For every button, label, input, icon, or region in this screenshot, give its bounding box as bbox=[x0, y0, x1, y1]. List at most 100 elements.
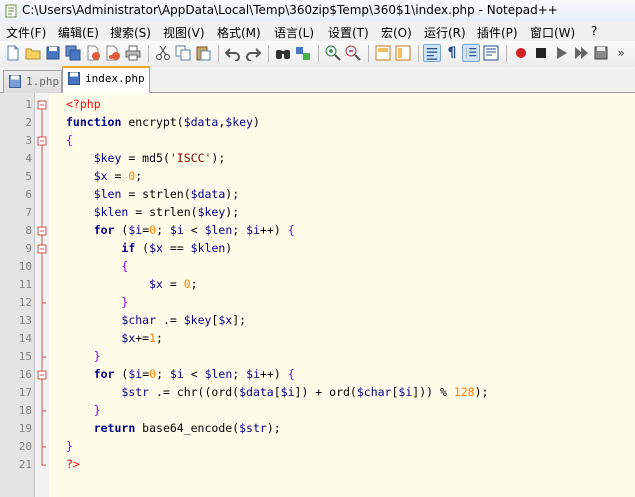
code-line[interactable]: 19 return base64_encode($str); bbox=[0, 420, 635, 438]
code-text: if ($x == $klen) bbox=[121, 241, 233, 255]
toolbar-separator bbox=[218, 45, 219, 62]
code-line[interactable]: 21 ?> bbox=[0, 456, 635, 474]
fold-line-marker bbox=[41, 348, 46, 366]
code-line[interactable]: 3{ bbox=[0, 132, 635, 150]
replace-button[interactable] bbox=[294, 44, 312, 62]
menu-edit[interactable]: 编辑(E) bbox=[58, 24, 99, 41]
close-button[interactable] bbox=[84, 44, 102, 62]
code-line[interactable]: 7 $klen = strlen($key); bbox=[0, 204, 635, 222]
cut-button[interactable] bbox=[154, 44, 172, 62]
sync-horizontal-button[interactable] bbox=[394, 44, 412, 62]
menu-macro[interactable]: 宏(O) bbox=[381, 24, 412, 41]
line-number: 8 bbox=[25, 224, 32, 237]
code-line[interactable]: 12 } bbox=[0, 294, 635, 312]
code-line[interactable]: 18 } bbox=[0, 402, 635, 420]
doc-map-button[interactable] bbox=[482, 44, 500, 62]
code-line[interactable]: 20} bbox=[0, 438, 635, 456]
menu-file[interactable]: 文件(F) bbox=[6, 24, 46, 41]
fold-line-marker bbox=[41, 330, 43, 348]
code-text: return base64_encode($str); bbox=[93, 421, 281, 435]
redo-button[interactable] bbox=[244, 44, 262, 62]
close-file-icon bbox=[87, 45, 100, 61]
code-line[interactable]: 11 $x = 0; bbox=[0, 276, 635, 294]
code-line[interactable]: 4 $key = md5('ISCC'); bbox=[0, 150, 635, 168]
redo-icon bbox=[246, 48, 261, 61]
save-all-button[interactable] bbox=[64, 44, 82, 62]
line-number: 14 bbox=[18, 332, 32, 345]
undo-button[interactable] bbox=[224, 44, 242, 62]
new-file-icon bbox=[7, 45, 19, 61]
code-text: $x+=1; bbox=[121, 331, 163, 345]
code-line[interactable]: 16 for ($i=0; $i < $len; $i++) { bbox=[0, 366, 635, 384]
zoom-out-button[interactable] bbox=[344, 44, 362, 62]
code-line[interactable]: 17 $str .= chr((ord($data[$i]) + ord($ch… bbox=[0, 384, 635, 402]
word-wrap-icon bbox=[426, 47, 438, 60]
fold-toggle-icon[interactable] bbox=[37, 96, 47, 114]
fold-toggle-icon[interactable] bbox=[37, 366, 47, 384]
line-number: 18 bbox=[18, 404, 32, 417]
fold-line-marker bbox=[41, 420, 43, 438]
tab-label: 1.php bbox=[26, 75, 60, 88]
new-file-button[interactable] bbox=[4, 44, 22, 62]
open-file-button[interactable] bbox=[24, 44, 42, 62]
save-macro-icon bbox=[594, 46, 608, 60]
code-line[interactable]: 14 $x+=1; bbox=[0, 330, 635, 348]
code-line[interactable]: 10 { bbox=[0, 258, 635, 276]
record-icon bbox=[516, 48, 526, 58]
zoom-in-button[interactable] bbox=[324, 44, 342, 62]
code-line[interactable]: 15 } bbox=[0, 348, 635, 366]
play-macro-button[interactable] bbox=[552, 44, 570, 62]
fold-line-marker bbox=[41, 312, 43, 330]
play-multiple-button[interactable] bbox=[572, 44, 590, 62]
code-text: for ($i=0; $i < $len; $i++) { bbox=[93, 223, 295, 237]
menu-format[interactable]: 格式(M) bbox=[217, 24, 261, 41]
copy-button[interactable] bbox=[174, 44, 192, 62]
print-button[interactable] bbox=[124, 44, 142, 62]
menu-search[interactable]: 搜索(S) bbox=[110, 24, 151, 41]
fold-end-marker bbox=[41, 456, 46, 466]
undo-icon bbox=[225, 48, 240, 61]
word-wrap-button[interactable] bbox=[423, 44, 441, 62]
menu-help[interactable]: ? bbox=[591, 24, 597, 38]
code-text: } bbox=[93, 403, 101, 417]
tab-1-php[interactable]: 1.php bbox=[3, 70, 62, 93]
fold-line-marker bbox=[41, 186, 43, 204]
line-number: 16 bbox=[18, 368, 32, 381]
code-line[interactable]: 6 $len = strlen($data); bbox=[0, 186, 635, 204]
code-line[interactable]: 13 $char .= $key[$x]; bbox=[0, 312, 635, 330]
save-icon bbox=[46, 46, 60, 60]
more-toolbar-button[interactable]: » bbox=[612, 44, 630, 62]
code-editor[interactable]: 1 <?php 2 function encrypt($data,$key) 3{4 $… bbox=[0, 93, 635, 497]
save-button[interactable] bbox=[44, 44, 62, 62]
code-line[interactable]: 9 if ($x == $klen) bbox=[0, 240, 635, 258]
code-line[interactable]: 2 function encrypt($data,$key) bbox=[0, 114, 635, 132]
code-line[interactable]: 8 for ($i=0; $i < $len; $i++) { bbox=[0, 222, 635, 240]
sync-vertical-icon bbox=[375, 45, 391, 61]
menu-view[interactable]: 视图(V) bbox=[163, 24, 205, 41]
fold-toggle-icon[interactable] bbox=[37, 132, 47, 150]
show-all-chars-button[interactable]: ¶ bbox=[443, 44, 461, 62]
save-macro-button[interactable] bbox=[592, 44, 610, 62]
toolbar-separator bbox=[268, 45, 269, 62]
zoom-out-icon bbox=[345, 45, 361, 61]
menu-window[interactable]: 窗口(W) bbox=[530, 24, 575, 41]
indent-guide-icon bbox=[466, 47, 477, 59]
sync-vertical-button[interactable] bbox=[374, 44, 392, 62]
scissors-icon bbox=[156, 45, 170, 60]
menu-plugins[interactable]: 插件(P) bbox=[477, 24, 518, 41]
stop-macro-button[interactable] bbox=[532, 44, 550, 62]
menu-language[interactable]: 语言(L) bbox=[274, 24, 314, 41]
paste-button[interactable] bbox=[194, 44, 212, 62]
menu-settings[interactable]: 设置(T) bbox=[328, 24, 369, 41]
code-text: function encrypt($data,$key) bbox=[66, 115, 260, 129]
fold-toggle-icon[interactable] bbox=[37, 222, 47, 240]
code-line[interactable]: 1 <?php bbox=[0, 96, 635, 114]
menu-run[interactable]: 运行(R) bbox=[424, 24, 466, 41]
tab-index-php[interactable]: index.php bbox=[62, 66, 150, 93]
indent-guide-button[interactable] bbox=[462, 44, 480, 62]
find-button[interactable] bbox=[274, 44, 292, 62]
record-macro-button[interactable] bbox=[512, 44, 530, 62]
close-all-button[interactable] bbox=[104, 44, 122, 62]
code-line[interactable]: 5 $x = 0; bbox=[0, 168, 635, 186]
fold-toggle-icon[interactable] bbox=[37, 240, 47, 258]
